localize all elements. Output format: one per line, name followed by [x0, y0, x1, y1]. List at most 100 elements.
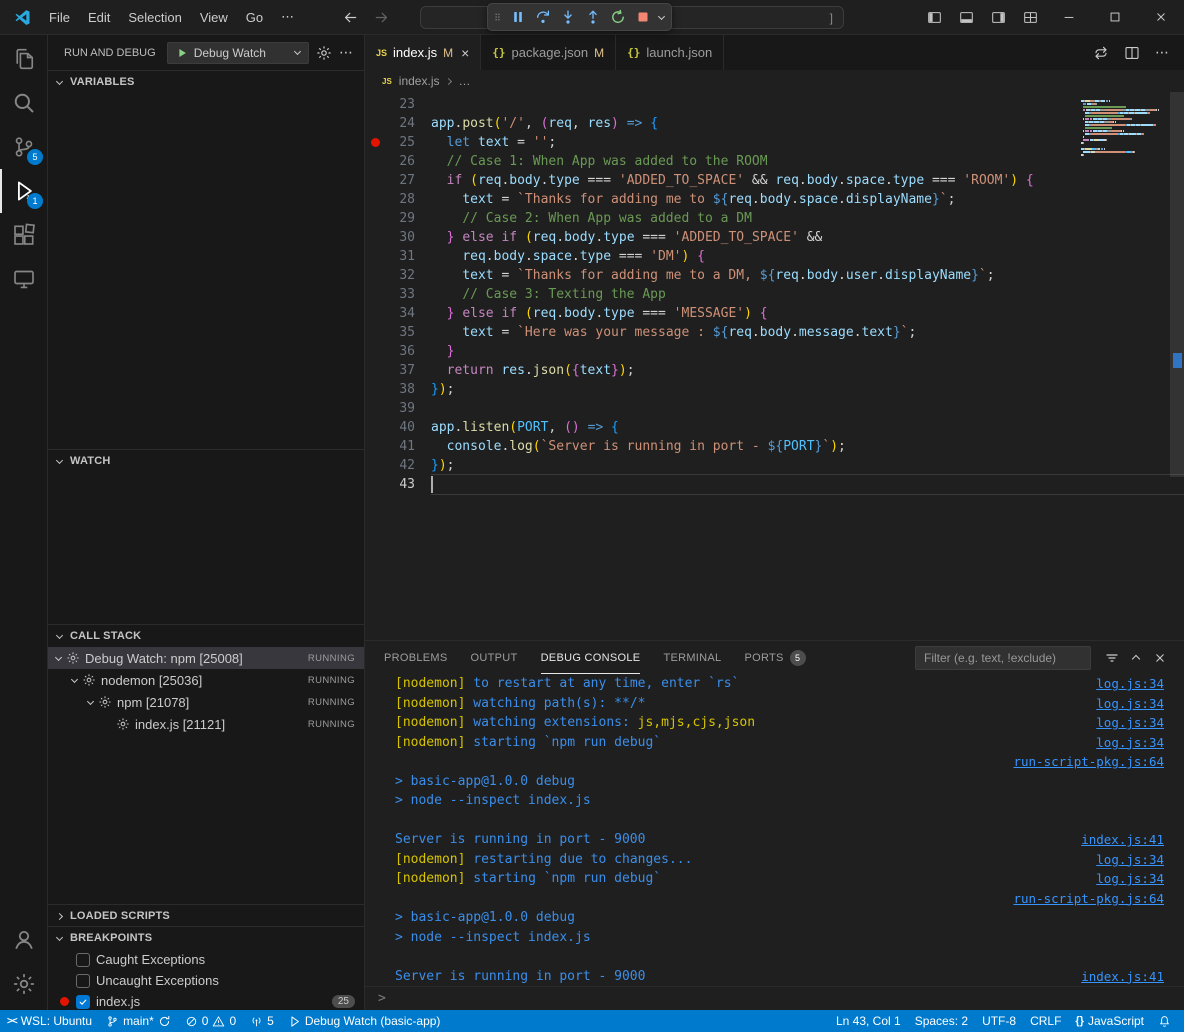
activity-accounts[interactable]: [0, 918, 47, 962]
breakpoint-dot[interactable]: [371, 138, 380, 147]
pause-button[interactable]: [505, 5, 530, 29]
menu-more[interactable]: ⋯: [272, 0, 303, 34]
console-input[interactable]: >: [365, 986, 1184, 1010]
gutter-line[interactable]: 28: [365, 190, 431, 209]
gutter-line[interactable]: 36: [365, 342, 431, 361]
status-eol-sequence[interactable]: CRLF: [1023, 1010, 1068, 1032]
scrollbar-thumb[interactable]: [1170, 92, 1184, 477]
source-link[interactable]: run-script-pkg.js:64: [1013, 891, 1164, 906]
console-output[interactable]: [nodemon] to restart at any time, enter …: [365, 674, 1184, 986]
gutter-line[interactable]: 35: [365, 323, 431, 342]
gutter-line[interactable]: 41: [365, 437, 431, 456]
call-stack-item[interactable]: index.js [21121]RUNNING: [48, 713, 364, 735]
status-remote-host[interactable]: ><WSL: Ubuntu: [0, 1010, 99, 1032]
gutter-line[interactable]: 39: [365, 399, 431, 418]
gutter-line[interactable]: 34: [365, 304, 431, 323]
gutter[interactable]: 2324252627282930313233343536373839404142…: [365, 92, 431, 640]
drag-handle-icon[interactable]: [491, 10, 504, 24]
status-encoding[interactable]: UTF-8: [975, 1010, 1023, 1032]
call-stack-item[interactable]: Debug Watch: npm [25008]RUNNING: [48, 647, 364, 669]
toggle-panel-icon[interactable]: [959, 10, 974, 25]
menu-selection[interactable]: Selection: [119, 0, 190, 34]
gutter-line[interactable]: 31: [365, 247, 431, 266]
gutter-line[interactable]: 26: [365, 152, 431, 171]
close-panel-icon[interactable]: [1152, 650, 1168, 666]
start-debug-icon[interactable]: [176, 47, 188, 59]
source-link[interactable]: index.js:41: [1081, 832, 1164, 847]
menu-view[interactable]: View: [191, 0, 237, 34]
source-link[interactable]: log.js:34: [1096, 735, 1164, 750]
status-notifications[interactable]: [1151, 1010, 1178, 1032]
activity-explorer[interactable]: [0, 37, 47, 81]
expand-chevron-icon[interactable]: [55, 653, 62, 660]
panel-tab-debug-console[interactable]: DEBUG CONSOLE: [541, 641, 641, 674]
expand-chevron-icon[interactable]: [87, 697, 94, 704]
watch-header[interactable]: WATCH: [48, 450, 364, 472]
status-forwarded-ports[interactable]: 5: [243, 1010, 281, 1032]
gutter-line[interactable]: 24: [365, 114, 431, 133]
expand-chevron-icon[interactable]: [71, 675, 78, 682]
source-link[interactable]: run-script-pkg.js:64: [1013, 754, 1164, 769]
panel-tab-ports[interactable]: PORTS5: [744, 641, 805, 674]
panel-tab-terminal[interactable]: TERMINAL: [663, 641, 721, 674]
gutter-line[interactable]: 32: [365, 266, 431, 285]
step-out-button[interactable]: [580, 5, 605, 29]
source-link[interactable]: log.js:34: [1096, 852, 1164, 867]
status-language-mode[interactable]: {}JavaScript: [1068, 1010, 1151, 1032]
customize-layout-icon[interactable]: [1023, 10, 1038, 25]
activity-search[interactable]: [0, 81, 47, 125]
gutter-line[interactable]: 40: [365, 418, 431, 437]
status-indentation[interactable]: Spaces: 2: [908, 1010, 975, 1032]
console-filter-input[interactable]: [915, 646, 1091, 670]
breadcrumb-symbol[interactable]: …: [458, 74, 470, 88]
step-over-button[interactable]: [530, 5, 555, 29]
variables-header[interactable]: VARIABLES: [48, 71, 364, 93]
stop-button[interactable]: [630, 5, 655, 29]
restart-button[interactable]: [605, 5, 630, 29]
status-debug-session[interactable]: Debug Watch (basic-app): [281, 1010, 448, 1032]
filter-options-icon[interactable]: [1104, 650, 1120, 666]
toggle-sidebar-icon[interactable]: [927, 10, 942, 25]
activity-extensions[interactable]: [0, 213, 47, 257]
open-changes-icon[interactable]: [1093, 45, 1109, 61]
debug-config-dropdown[interactable]: Debug Watch: [167, 42, 309, 64]
tab-index.js[interactable]: JSindex.jsM×: [365, 35, 481, 70]
activity-run-debug[interactable]: 1: [0, 169, 47, 213]
gutter-line[interactable]: 27: [365, 171, 431, 190]
breadcrumb-file[interactable]: index.js: [399, 74, 440, 88]
loaded-scripts-header[interactable]: LOADED SCRIPTS: [48, 905, 364, 926]
call-stack-header[interactable]: CALL STACK: [48, 625, 364, 647]
editor-scrollbar[interactable]: [1170, 92, 1184, 640]
breakpoint-checkbox[interactable]: [76, 974, 90, 988]
gutter-line[interactable]: 37: [365, 361, 431, 380]
tab-launch.json[interactable]: {}launch.json: [616, 35, 724, 70]
source-link[interactable]: log.js:34: [1096, 696, 1164, 711]
split-editor-icon[interactable]: [1124, 45, 1140, 61]
go-back-icon[interactable]: [343, 10, 358, 25]
source-link[interactable]: log.js:34: [1096, 676, 1164, 691]
call-stack-item[interactable]: npm [21078]RUNNING: [48, 691, 364, 713]
status-cursor-position[interactable]: Ln 43, Col 1: [829, 1010, 908, 1032]
breakpoint-checkbox[interactable]: [76, 995, 90, 1009]
status-problems[interactable]: 00: [178, 1010, 243, 1032]
source-link[interactable]: index.js:41: [1081, 969, 1164, 984]
maximize-panel-icon[interactable]: [1132, 655, 1140, 663]
breakpoint-item[interactable]: index.js25: [48, 991, 364, 1010]
panel-tab-output[interactable]: OUTPUT: [471, 641, 518, 674]
close-button[interactable]: [1138, 0, 1184, 34]
gutter-line[interactable]: 33: [365, 285, 431, 304]
tab-package.json[interactable]: {}package.jsonM: [481, 35, 616, 70]
minimap[interactable]: [1081, 92, 1170, 640]
status-git-branch[interactable]: main*: [99, 1010, 178, 1032]
minimize-button[interactable]: [1046, 0, 1092, 34]
gutter-line[interactable]: 42: [365, 456, 431, 475]
menu-go[interactable]: Go: [237, 0, 272, 34]
maximize-button[interactable]: [1092, 0, 1138, 34]
step-into-button[interactable]: [555, 5, 580, 29]
gutter-line[interactable]: 43: [365, 475, 431, 494]
breakpoints-header[interactable]: BREAKPOINTS: [48, 927, 364, 949]
breakpoint-item[interactable]: Caught Exceptions: [48, 949, 364, 970]
code-editor[interactable]: 2324252627282930313233343536373839404142…: [365, 92, 1184, 640]
panel-tab-problems[interactable]: PROBLEMS: [384, 641, 448, 674]
activity-remote[interactable]: [0, 257, 47, 301]
